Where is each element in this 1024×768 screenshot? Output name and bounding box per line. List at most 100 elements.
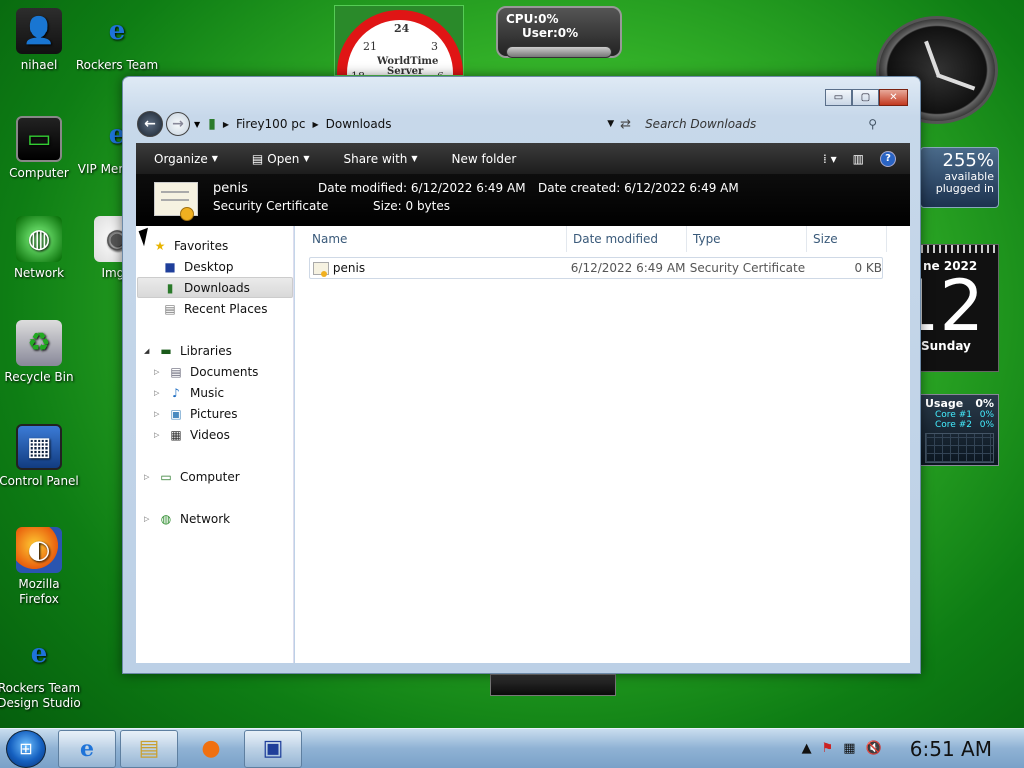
internet-explorer-icon: e <box>108 15 126 46</box>
network-globe-icon: ◍ <box>16 216 62 262</box>
explorer-window[interactable]: ▭ ▢ ✕ ← → ▼ ▮ ▶ Firey100 pc ▶ Downloads … <box>122 76 921 674</box>
nav-music[interactable]: ▷ ♪ Music <box>154 382 224 403</box>
file-date-modified: 6/12/2022 6:49 AM <box>570 261 686 275</box>
file-list[interactable]: Name Date modified Type Size penis 6/12/… <box>295 226 910 663</box>
nav-label: Documents <box>190 364 259 379</box>
nav-computer[interactable]: ▷ ▭ Computer <box>144 466 240 487</box>
expanded-triangle-icon[interactable]: ◢ <box>144 347 152 355</box>
column-header-size[interactable]: Size <box>807 226 887 252</box>
share-with-button[interactable]: Share with ▼ <box>325 152 433 166</box>
nav-recent-places[interactable]: ▤ Recent Places <box>162 298 267 319</box>
nav-label: Recent Places <box>184 301 268 316</box>
expand-triangle-icon[interactable]: ▷ <box>144 473 152 481</box>
nav-label: Network <box>180 511 231 526</box>
nav-libraries[interactable]: ◢ ▬ Libraries <box>144 340 232 361</box>
view-options-icon[interactable]: ⁞ ▾ <box>823 152 837 166</box>
core2-value: 0% <box>979 420 994 430</box>
user-folder-icon: 👤 <box>16 8 62 54</box>
open-icon: ▤ <box>251 151 264 166</box>
computer-icon: ▮ <box>208 116 216 132</box>
expand-triangle-icon[interactable]: ▷ <box>154 389 162 397</box>
taskbar-internet-explorer[interactable]: e <box>58 729 116 768</box>
battery-gadget[interactable]: 255% available plugged in <box>920 147 999 208</box>
network-status-icon[interactable]: ▦ <box>843 741 855 756</box>
open-button[interactable]: ▤ Open ▼ <box>234 152 326 166</box>
desktop-icon-label: Computer <box>9 166 69 180</box>
back-button[interactable]: ← <box>137 111 163 137</box>
organize-button[interactable]: Organize ▼ <box>136 152 234 166</box>
desktop-icon-recycle-bin[interactable]: ♻ Recycle Bin <box>0 320 81 385</box>
breadcrumb-separator-icon[interactable]: ▶ <box>223 120 229 129</box>
nav-documents[interactable]: ▷ ▤ Documents <box>154 361 258 382</box>
expand-triangle-icon[interactable]: ▷ <box>154 368 162 376</box>
nav-desktop[interactable]: ■ Desktop <box>162 256 233 277</box>
taskbar-media-player-icon[interactable]: ● <box>182 730 240 768</box>
start-button[interactable]: ⊞ <box>6 729 46 768</box>
nav-videos[interactable]: ▷ ▦ Videos <box>154 424 230 445</box>
column-header-type[interactable]: Type <box>687 226 807 252</box>
show-hidden-icons-icon[interactable]: ▲ <box>802 741 812 756</box>
refresh-icon[interactable]: ⇄ <box>620 117 631 132</box>
desktop-icon-network[interactable]: ◍ Network <box>0 216 81 281</box>
file-name: penis <box>332 261 366 275</box>
search-input[interactable]: Search Downloads ⚲ <box>639 112 881 136</box>
expand-triangle-icon[interactable]: ▷ <box>144 515 152 523</box>
computer-icon: ▭ <box>16 116 62 162</box>
cpu-meter-gadget[interactable]: CPU:0% User:0% <box>496 6 622 58</box>
preview-pane-icon[interactable]: ▥ <box>853 152 864 166</box>
clock-number: 21 <box>363 40 377 53</box>
search-placeholder: Search Downloads <box>645 117 757 131</box>
taskbar-remote-desktop-icon[interactable]: ▣ <box>244 729 302 768</box>
close-button[interactable]: ✕ <box>879 89 908 106</box>
address-dropdown-icon[interactable]: ▼ <box>607 119 614 129</box>
desktop-icon-control-panel[interactable]: ▦ Control Panel <box>0 424 81 489</box>
file-type: Security Certificate <box>689 261 806 275</box>
breadcrumb-separator-icon[interactable]: ▶ <box>312 120 318 129</box>
column-header-name[interactable]: Name <box>306 226 567 252</box>
nav-label: Music <box>190 385 225 400</box>
desktop-icon-computer[interactable]: ▭ Computer <box>0 116 81 181</box>
desktop-icon-label: Rockers Team <box>75 58 159 72</box>
search-icon[interactable]: ⚲ <box>868 117 877 131</box>
documents-icon: ▤ <box>170 364 182 379</box>
breadcrumb-downloads[interactable]: Downloads <box>326 117 392 131</box>
cpu-usage-gadget[interactable]: Usage 0% Core #1 0% Core #2 0% <box>920 394 999 466</box>
desktop-icon-rockers-team[interactable]: e Rockers Team <box>75 8 159 73</box>
taskbar-clock[interactable]: 6:51 AM <box>910 737 992 761</box>
calendar-gadget[interactable]: ne 2022 12 Sunday <box>920 244 999 372</box>
desktop-icon-nihael[interactable]: 👤 nihael <box>0 8 81 73</box>
desktop-icon-rockers-design[interactable]: e Rockers Team Design Studio <box>0 631 81 711</box>
volume-muted-icon[interactable]: 🔇 <box>866 741 882 756</box>
nav-network[interactable]: ▷ ◍ Network <box>144 508 230 529</box>
forward-button[interactable]: → <box>166 112 190 136</box>
taskbar-explorer-folder-icon[interactable]: ▤ <box>120 729 178 768</box>
firefox-icon: ◐ <box>16 527 62 573</box>
chevron-down-icon: ▼ <box>411 154 418 163</box>
desktop-icon-label: Recycle Bin <box>4 370 74 384</box>
desktop-icon-firefox[interactable]: ◐ Mozilla Firefox <box>0 527 81 607</box>
command-bar: Organize ▼ ▤ Open ▼ Share with ▼ New fol… <box>136 143 910 174</box>
action-center-flag-icon[interactable]: ⚑ <box>822 741 834 756</box>
expand-triangle-icon[interactable]: ▷ <box>154 410 162 418</box>
column-header-date-modified[interactable]: Date modified <box>567 226 687 252</box>
help-icon[interactable]: ? <box>880 150 896 167</box>
world-clock-gadget[interactable]: 24 21 3 18 6 WorldTime Server <box>334 5 464 76</box>
internet-explorer-icon: e <box>30 638 48 669</box>
nav-favorites[interactable]: ★ Favorites <box>152 235 229 256</box>
recent-places-icon: ▤ <box>164 301 176 316</box>
recent-pages-chevron-icon[interactable]: ▼ <box>194 120 200 129</box>
minimize-button[interactable]: ▭ <box>825 89 852 106</box>
taskbar: ⊞ e ▤ ● ▣ ▲ ⚑ ▦ 🔇 6:51 AM <box>0 728 1024 768</box>
expand-triangle-icon[interactable]: ▷ <box>154 431 162 439</box>
details-file-name: penis <box>213 181 248 196</box>
maximize-button[interactable]: ▢ <box>852 89 879 106</box>
new-folder-button[interactable]: New folder <box>434 152 533 166</box>
nav-pictures[interactable]: ▷ ▣ Pictures <box>154 403 238 424</box>
address-bar[interactable]: ▮ ▶ Firey100 pc ▶ Downloads ▼ <box>208 112 620 136</box>
address-row: ← → ▼ ▮ ▶ Firey100 pc ▶ Downloads ▼ ⇄ Se… <box>137 111 908 137</box>
nav-downloads[interactable]: ▮ Downloads <box>137 277 293 298</box>
breadcrumb-root[interactable]: Firey100 pc <box>236 117 305 131</box>
details-date-created: Date created: 6/12/2022 6:49 AM <box>538 181 739 195</box>
table-row[interactable]: penis 6/12/2022 6:49 AM Security Certifi… <box>309 257 883 279</box>
recycle-bin-icon: ♻ <box>16 320 62 366</box>
